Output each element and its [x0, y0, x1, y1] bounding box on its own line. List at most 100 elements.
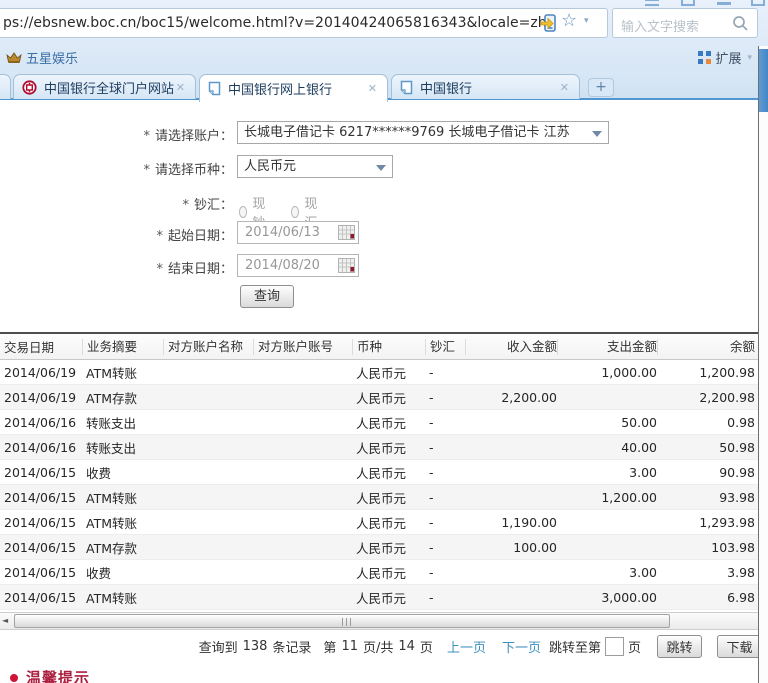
table-cell: 40.00 [557, 440, 657, 455]
table-row[interactable]: 2014/06/15收费人民币元-3.003.98 [0, 560, 768, 585]
table-cell: 3.00 [557, 565, 657, 580]
banking-page: *请选择账户： 长城电子借记卡 6217******9769 长城电子借记卡 江… [0, 100, 768, 683]
search-input[interactable]: 输入文字搜索 [612, 8, 758, 38]
table-cell: 3.00 [557, 465, 657, 480]
tab-label[interactable]: 中国银行全球门户网站 [44, 78, 174, 97]
table-row[interactable]: 2014/06/16转账支出人民币元-40.0050.98 [0, 435, 768, 460]
scroll-left-icon[interactable]: ◄ [2, 616, 8, 625]
table-cell: 2014/06/19 [4, 390, 82, 405]
record-count: 138 [243, 639, 268, 654]
table-row[interactable]: 2014/06/16转账支出人民币元-50.000.98 [0, 410, 768, 435]
radio-icon[interactable] [291, 206, 299, 218]
jump-button[interactable]: 跳转 [657, 635, 702, 658]
table-cell: 103.98 [657, 540, 755, 555]
horizontal-scrollbar-thumb[interactable] [14, 614, 670, 628]
maximize-icon[interactable] [751, 0, 765, 6]
bookmark-item[interactable]: 五星娱乐 [6, 48, 78, 67]
account-select[interactable]: 长城电子借记卡 6217******9769 长城电子借记卡 江苏 [237, 121, 609, 144]
tips-title: 温馨提示 [26, 667, 90, 683]
calendar-icon[interactable] [338, 258, 355, 273]
table-row[interactable]: 2014/06/15收费人民币元-3.0090.98 [0, 460, 768, 485]
table-cell: 人民币元 [352, 488, 425, 507]
tips-section: 温馨提示 [10, 667, 90, 683]
crown-icon [6, 51, 22, 64]
column-header: 支出金额 [557, 339, 657, 355]
table-cell: 收费 [82, 563, 163, 582]
table-cell: - [425, 440, 465, 455]
start-date-label: *起始日期： [0, 225, 233, 244]
found-prefix: 查询到 [199, 637, 238, 656]
minimize-icon[interactable] [717, 0, 731, 6]
prev-page-link[interactable]: 上一页 [447, 637, 486, 656]
url-text[interactable]: ps://ebsnew.boc.cn/boc15/welcome.html?v=… [3, 15, 547, 31]
extensions-button[interactable]: 扩展 ▾ [698, 48, 752, 67]
download-button[interactable]: 下载 [717, 635, 762, 658]
search-icon[interactable] [732, 15, 749, 32]
vertical-scrollbar[interactable] [758, 46, 768, 683]
close-tab-icon[interactable]: ✕ [366, 82, 379, 95]
table-cell: 人民币元 [352, 413, 425, 432]
tab-boc-online-banking-active[interactable]: 中国银行网上银行 ✕ [199, 74, 388, 102]
table-row[interactable]: 2014/06/15ATM存款人民币元-100.00103.98 [0, 535, 768, 560]
table-cell: 1,200.00 [557, 490, 657, 505]
table-cell: 人民币元 [352, 538, 425, 557]
horizontal-scrollbar[interactable]: ◄ ► [0, 612, 768, 630]
jump-page-input[interactable] [605, 637, 624, 656]
extensions-dropdown-icon[interactable]: ▾ [747, 53, 752, 63]
end-date-label: *结束日期： [0, 258, 233, 277]
calendar-icon[interactable] [338, 225, 355, 240]
new-tab-button[interactable]: + [588, 78, 614, 97]
table-row[interactable]: 2014/06/15ATM转账人民币元-1,190.001,293.98 [0, 510, 768, 535]
table-cell: ATM转账 [82, 513, 163, 532]
table-cell: 2014/06/15 [4, 515, 82, 530]
required-mark: * [156, 262, 163, 277]
tab-boc-portal[interactable]: 中国银行全球门户网站 ✕ [13, 74, 196, 99]
bookmark-label[interactable]: 五星娱乐 [26, 48, 78, 67]
table-cell: - [425, 540, 465, 555]
address-bar[interactable]: ps://ebsnew.boc.cn/boc15/welcome.html?v=… [0, 8, 608, 38]
table-cell: 人民币元 [352, 438, 425, 457]
table-cell: 90.98 [657, 465, 755, 480]
tab-label[interactable]: 中国银行网上银行 [228, 79, 332, 98]
favorite-dropdown-icon[interactable]: ▾ [584, 16, 589, 26]
end-date-input[interactable]: 2014/08/20 [237, 254, 359, 277]
page-icon [400, 80, 413, 95]
column-header: 钞汇 [425, 339, 465, 355]
current-page: 11 [341, 639, 358, 654]
close-tab-icon[interactable]: ✕ [558, 81, 571, 94]
start-date-input[interactable]: 2014/06/13 [237, 221, 359, 244]
table-cell: 人民币元 [352, 388, 425, 407]
tab-label[interactable]: 中国银行 [420, 78, 472, 97]
table-cell: 人民币元 [352, 563, 425, 582]
favorite-star-icon[interactable]: ☆ [561, 10, 577, 31]
account-select-value: 长城电子借记卡 6217******9769 长城电子借记卡 江苏 [244, 125, 570, 140]
table-cell: 6.98 [657, 590, 755, 605]
page-icon [208, 81, 221, 96]
table-row[interactable]: 2014/06/19ATM存款人民币元-2,200.002,200.98 [0, 385, 768, 410]
table-cell: 100.00 [465, 540, 557, 555]
restore-window-icon[interactable] [681, 0, 695, 6]
query-button[interactable]: 查询 [240, 285, 294, 308]
table-cell: 1,293.98 [657, 515, 755, 530]
currency-label: *请选择币种： [0, 159, 233, 178]
currency-select[interactable]: 人民币元 [237, 155, 393, 178]
table-cell: 1,000.00 [557, 365, 657, 380]
table-row[interactable]: 2014/06/15ATM转账人民币元-1,200.0093.98 [0, 485, 768, 510]
menu-icon[interactable] [645, 0, 659, 6]
radio-icon[interactable] [239, 206, 247, 218]
tab-partial[interactable] [0, 74, 11, 99]
close-tab-icon[interactable]: ✕ [174, 81, 187, 94]
extensions-label[interactable]: 扩展 [715, 48, 741, 67]
table-row[interactable]: 2014/06/19ATM转账人民币元-1,000.001,200.98 [0, 360, 768, 385]
table-cell: 0.98 [657, 415, 755, 430]
table-header-row: 交易日期业务摘要对方账户名称对方账户账号币种钞汇收入金额支出金额余额 [0, 332, 768, 360]
chevron-down-icon[interactable] [592, 131, 602, 137]
vertical-scrollbar-thumb[interactable] [759, 49, 768, 112]
next-page-link[interactable]: 下一页 [502, 637, 541, 656]
chevron-down-icon[interactable] [376, 165, 386, 171]
tab-boc[interactable]: 中国银行 ✕ [391, 74, 580, 99]
table-cell: 1,200.98 [657, 365, 755, 380]
table-row[interactable]: 2014/06/15ATM转账人民币元-3,000.006.98 [0, 585, 768, 610]
send-to-phone-icon[interactable] [540, 13, 556, 32]
page-prefix: 第 [323, 637, 336, 656]
